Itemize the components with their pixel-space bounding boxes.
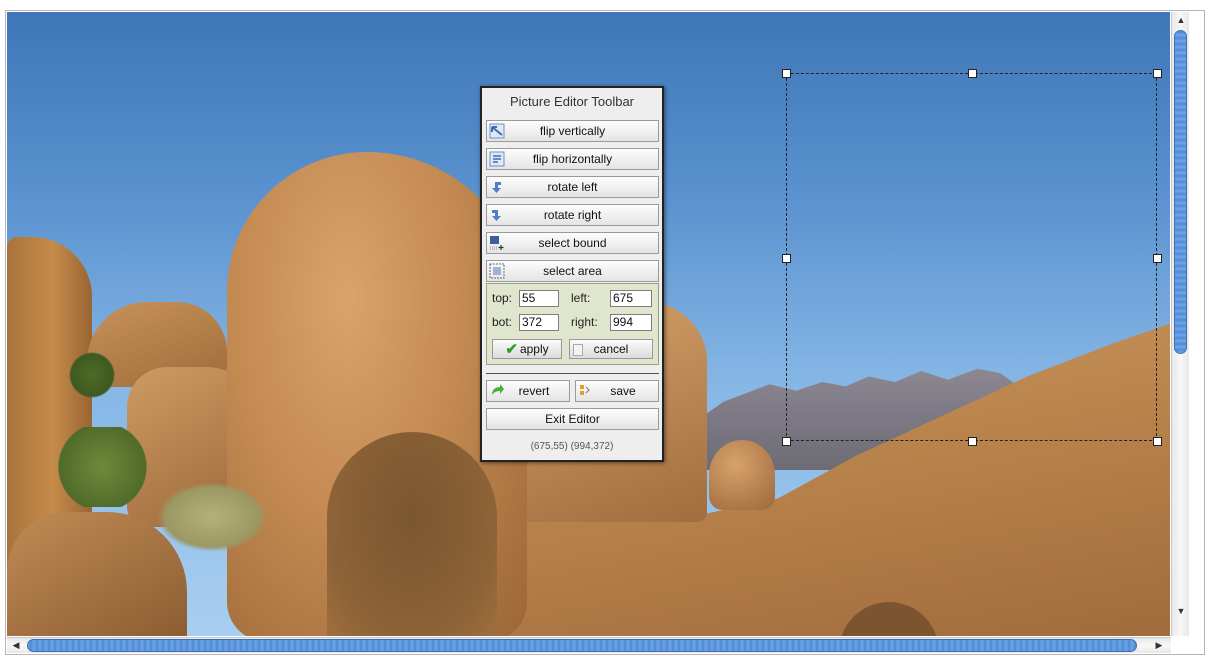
selection-handle-middle-left[interactable] — [782, 254, 791, 263]
selection-rectangle[interactable] — [786, 73, 1157, 441]
flip-vertical-icon — [489, 123, 505, 139]
scroll-down-icon[interactable]: ▼ — [1174, 604, 1188, 618]
selection-handle-top-left[interactable] — [782, 69, 791, 78]
selection-handle-top-middle[interactable] — [968, 69, 977, 78]
selection-coordinates: (675,55) (994,372) — [530, 441, 614, 452]
save-label: save — [610, 384, 636, 398]
cancel-label: cancel — [593, 342, 629, 356]
rotate-right-label: rotate right — [543, 208, 602, 222]
select-bound-button[interactable]: select bound — [486, 232, 659, 254]
flip-horizontally-label: flip horizontally — [532, 152, 613, 166]
left-input[interactable]: 675 — [610, 290, 652, 307]
left-label: left: — [571, 291, 591, 305]
bush — [67, 350, 117, 400]
rotate-left-button[interactable]: rotate left — [486, 176, 659, 198]
horizontal-scrollbar[interactable]: ◀ ▶ — [7, 637, 1171, 653]
flip-vertically-button[interactable]: flip vertically — [486, 120, 659, 142]
toolbar-divider — [486, 373, 659, 374]
bot-input[interactable]: 372 — [519, 314, 559, 331]
save-button[interactable]: save — [575, 380, 659, 402]
vertical-scroll-thumb[interactable] — [1174, 30, 1187, 354]
rotate-right-icon — [489, 207, 505, 223]
checkmark-icon: ✔ — [505, 341, 518, 358]
apply-button[interactable]: ✔ apply — [492, 339, 562, 359]
select-bound-label: select bound — [538, 236, 607, 250]
horizontal-scroll-thumb[interactable] — [27, 639, 1137, 652]
bot-label: bot: — [492, 315, 513, 329]
revert-label: revert — [518, 384, 550, 398]
bush — [55, 427, 150, 507]
select-area-button[interactable]: select area — [486, 260, 659, 282]
select-area-label: select area — [543, 264, 602, 278]
rock-arch — [327, 432, 497, 636]
picture-editor-toolbar: Picture Editor Toolbar flip vertically f… — [480, 86, 664, 462]
selection-handle-bottom-middle[interactable] — [968, 437, 977, 446]
toolbar-title: Picture Editor Toolbar — [509, 94, 635, 109]
select-area-panel: top: 55 left: 675 bot: 372 right: 994 ✔ … — [486, 283, 659, 365]
top-input[interactable]: 55 — [519, 290, 559, 307]
scroll-left-icon[interactable]: ◀ — [9, 638, 23, 652]
cancel-icon — [573, 344, 583, 356]
flip-vertically-label: flip vertically — [539, 124, 606, 138]
grass — [157, 482, 267, 552]
vertical-scrollbar[interactable]: ▲ ▼ — [1171, 12, 1189, 636]
exit-editor-label: Exit Editor — [545, 412, 600, 426]
right-label: right: — [571, 315, 598, 329]
save-icon — [578, 383, 594, 399]
scroll-up-icon[interactable]: ▲ — [1174, 13, 1188, 27]
select-bound-icon — [489, 235, 505, 251]
rotate-left-icon — [489, 179, 505, 195]
selection-handle-middle-right[interactable] — [1153, 254, 1162, 263]
flip-horizontally-button[interactable]: flip horizontally — [486, 148, 659, 170]
cancel-button[interactable]: cancel — [569, 339, 653, 359]
rotate-right-button[interactable]: rotate right — [486, 204, 659, 226]
selection-handle-top-right[interactable] — [1153, 69, 1162, 78]
selection-handle-bottom-right[interactable] — [1153, 437, 1162, 446]
rotate-left-label: rotate left — [547, 180, 598, 194]
revert-arrow-icon — [489, 383, 505, 399]
top-label: top: — [492, 291, 513, 305]
revert-button[interactable]: revert — [486, 380, 570, 402]
scroll-right-icon[interactable]: ▶ — [1152, 638, 1166, 652]
flip-horizontal-icon — [489, 151, 505, 167]
select-area-icon — [489, 263, 505, 279]
apply-label: apply — [519, 342, 549, 356]
rock-small — [709, 440, 775, 510]
exit-editor-button[interactable]: Exit Editor — [486, 408, 659, 430]
selection-handle-bottom-left[interactable] — [782, 437, 791, 446]
right-input[interactable]: 994 — [610, 314, 652, 331]
